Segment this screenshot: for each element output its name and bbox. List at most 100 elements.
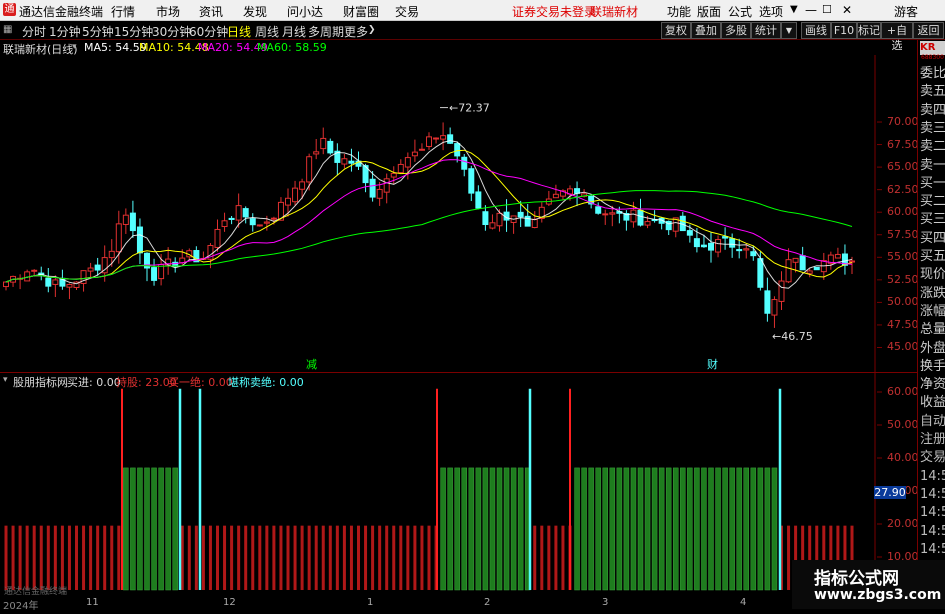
chevron-right-icon[interactable]: ❯ (368, 25, 376, 35)
hold-bar (743, 467, 749, 591)
panel-item[interactable]: 14:55 (920, 541, 945, 559)
menu-item[interactable]: 行情 (111, 3, 135, 20)
panel-item[interactable]: 卖一 (920, 157, 945, 175)
menu-item[interactable]: 资讯 (199, 3, 223, 20)
down-arrow-icon[interactable]: ▼ (781, 22, 797, 39)
empty-bar (420, 525, 424, 590)
adjust-button[interactable]: 复权 (661, 22, 691, 39)
empty-bar (216, 525, 219, 590)
panel-item[interactable]: 卖二 (920, 138, 945, 156)
dropdown-icon[interactable]: ▾ (72, 42, 77, 52)
menu-function[interactable]: 功能 (667, 3, 691, 20)
candle-body (383, 178, 390, 193)
stats-button[interactable]: 统计 (751, 22, 781, 39)
panel-item[interactable]: 买五 (920, 248, 945, 266)
price-tick: 45.00 (887, 340, 919, 354)
candle-body (426, 136, 432, 147)
candle-body (482, 211, 489, 226)
menu-item[interactable]: 市场 (156, 3, 180, 20)
price-axis: 70.00 67.50 65.00 62.50 60.00 57.50 55.00 52.50… (887, 55, 919, 372)
panel-item[interactable]: 14:55 (920, 504, 945, 522)
multi-stock-button[interactable]: 多股 (721, 22, 751, 39)
draw-line-button[interactable]: 画线 (801, 22, 831, 39)
period-tab[interactable]: 月线 (282, 23, 306, 40)
back-button[interactable]: 返回 (913, 22, 944, 39)
maximize-icon[interactable]: ☐ (822, 3, 832, 16)
menu-item[interactable]: 发现 (243, 3, 267, 20)
grid-icon[interactable]: ▦ (3, 24, 12, 35)
panel-item[interactable]: 买四 (920, 230, 945, 248)
guest-label[interactable]: 游客 (894, 3, 918, 20)
panel-item[interactable]: 卖三 (920, 120, 945, 138)
panel-item[interactable]: 卖四 (920, 102, 945, 120)
mark-button[interactable]: 标记 (857, 22, 881, 39)
candle-body (299, 181, 306, 190)
hold-bar (454, 467, 460, 591)
panel-item[interactable]: 净资 (920, 376, 945, 394)
panel-item[interactable]: 外盘 (920, 340, 945, 358)
panel-item[interactable]: 涨幅 (920, 303, 945, 321)
candle-body (327, 140, 334, 154)
panel-item[interactable]: 自动 (920, 413, 945, 431)
watermark: 指标公式网 www.zbgs3.com (792, 560, 945, 609)
period-tab[interactable]: 周线 (255, 23, 279, 40)
menu-formula[interactable]: 公式 (728, 3, 752, 20)
empty-bar (25, 525, 29, 590)
menu-item[interactable]: 交易 (395, 3, 419, 20)
panel-item[interactable]: 买三 (920, 211, 945, 229)
price-tick: 60.00 (887, 205, 919, 219)
period-tab-active[interactable]: 日线 (227, 23, 251, 40)
panel-item[interactable]: 委比 (920, 65, 945, 83)
panel-item[interactable]: 现价 (920, 266, 945, 284)
hold-bar (651, 467, 658, 591)
period-tab[interactable]: 1分钟 (49, 23, 81, 40)
candle-body (214, 228, 221, 248)
close-icon[interactable]: ✕ (842, 3, 852, 17)
more-tab[interactable]: 更多 (344, 23, 368, 40)
candle-body (468, 168, 475, 194)
hold-bar (680, 467, 686, 591)
empty-bar (392, 525, 396, 590)
login-warning[interactable]: 证券交易未登录 (512, 3, 596, 20)
menu-item[interactable]: 问小达 (287, 3, 323, 20)
dropdown-icon[interactable]: ▼ (790, 4, 798, 15)
period-tab[interactable]: 60分钟 (189, 23, 228, 40)
minimize-icon[interactable]: — (805, 3, 817, 17)
panel-item[interactable]: 注册 (920, 431, 945, 449)
panel-item[interactable]: 总量 (920, 321, 945, 339)
panel-item[interactable]: 换手 (920, 358, 945, 376)
candlestick-chart[interactable]: ←72.37 ←46.75 减 财 (0, 55, 917, 372)
overlay-button[interactable]: 叠加 (691, 22, 721, 39)
period-tab[interactable]: 15分钟 (114, 23, 153, 40)
panel-item[interactable]: 交易 (920, 449, 945, 467)
panel-item[interactable]: 涨跌 (920, 285, 945, 303)
menu-layout[interactable]: 版面 (697, 3, 721, 20)
quote-side-panel[interactable]: KR 688300 委比 卖五 卖四 卖三 卖二 卖一 买一 买二 买三 买四 买五 现价 涨跌 涨幅 总量… (917, 40, 945, 612)
empty-bar (561, 525, 565, 590)
hold-bar (757, 467, 764, 591)
panel-item[interactable]: 买一 (920, 175, 945, 193)
panel-item[interactable]: 14:55 (920, 486, 945, 504)
watermark-url: www.zbgs3.com (814, 587, 942, 603)
candle-body (531, 218, 538, 228)
f10-button[interactable]: F10 (831, 22, 857, 39)
period-tab[interactable]: 30分钟 (152, 23, 191, 40)
panel-item[interactable]: 14:55 (920, 523, 945, 541)
panel-item[interactable]: 14:55 (920, 468, 945, 486)
hold-bar (722, 467, 728, 591)
period-tab[interactable]: 5分钟 (82, 23, 114, 40)
menu-item[interactable]: 财富圈 (343, 3, 379, 20)
menu-options[interactable]: 选项 (759, 3, 783, 20)
empty-bar (208, 525, 212, 590)
candle-body (404, 157, 411, 168)
period-tab[interactable]: 多周期 (308, 23, 344, 40)
panel-item[interactable]: 收益 (920, 394, 945, 412)
panel-item[interactable]: 卖五 (920, 83, 945, 101)
empty-bar (110, 525, 114, 590)
candle-body (3, 281, 9, 288)
panel-item[interactable]: 买二 (920, 193, 945, 211)
indicator-chart[interactable] (0, 372, 917, 597)
period-tab[interactable]: 分时 (22, 23, 46, 40)
add-watchlist-button[interactable]: +自选 (881, 22, 913, 52)
hold-bar (595, 467, 601, 591)
